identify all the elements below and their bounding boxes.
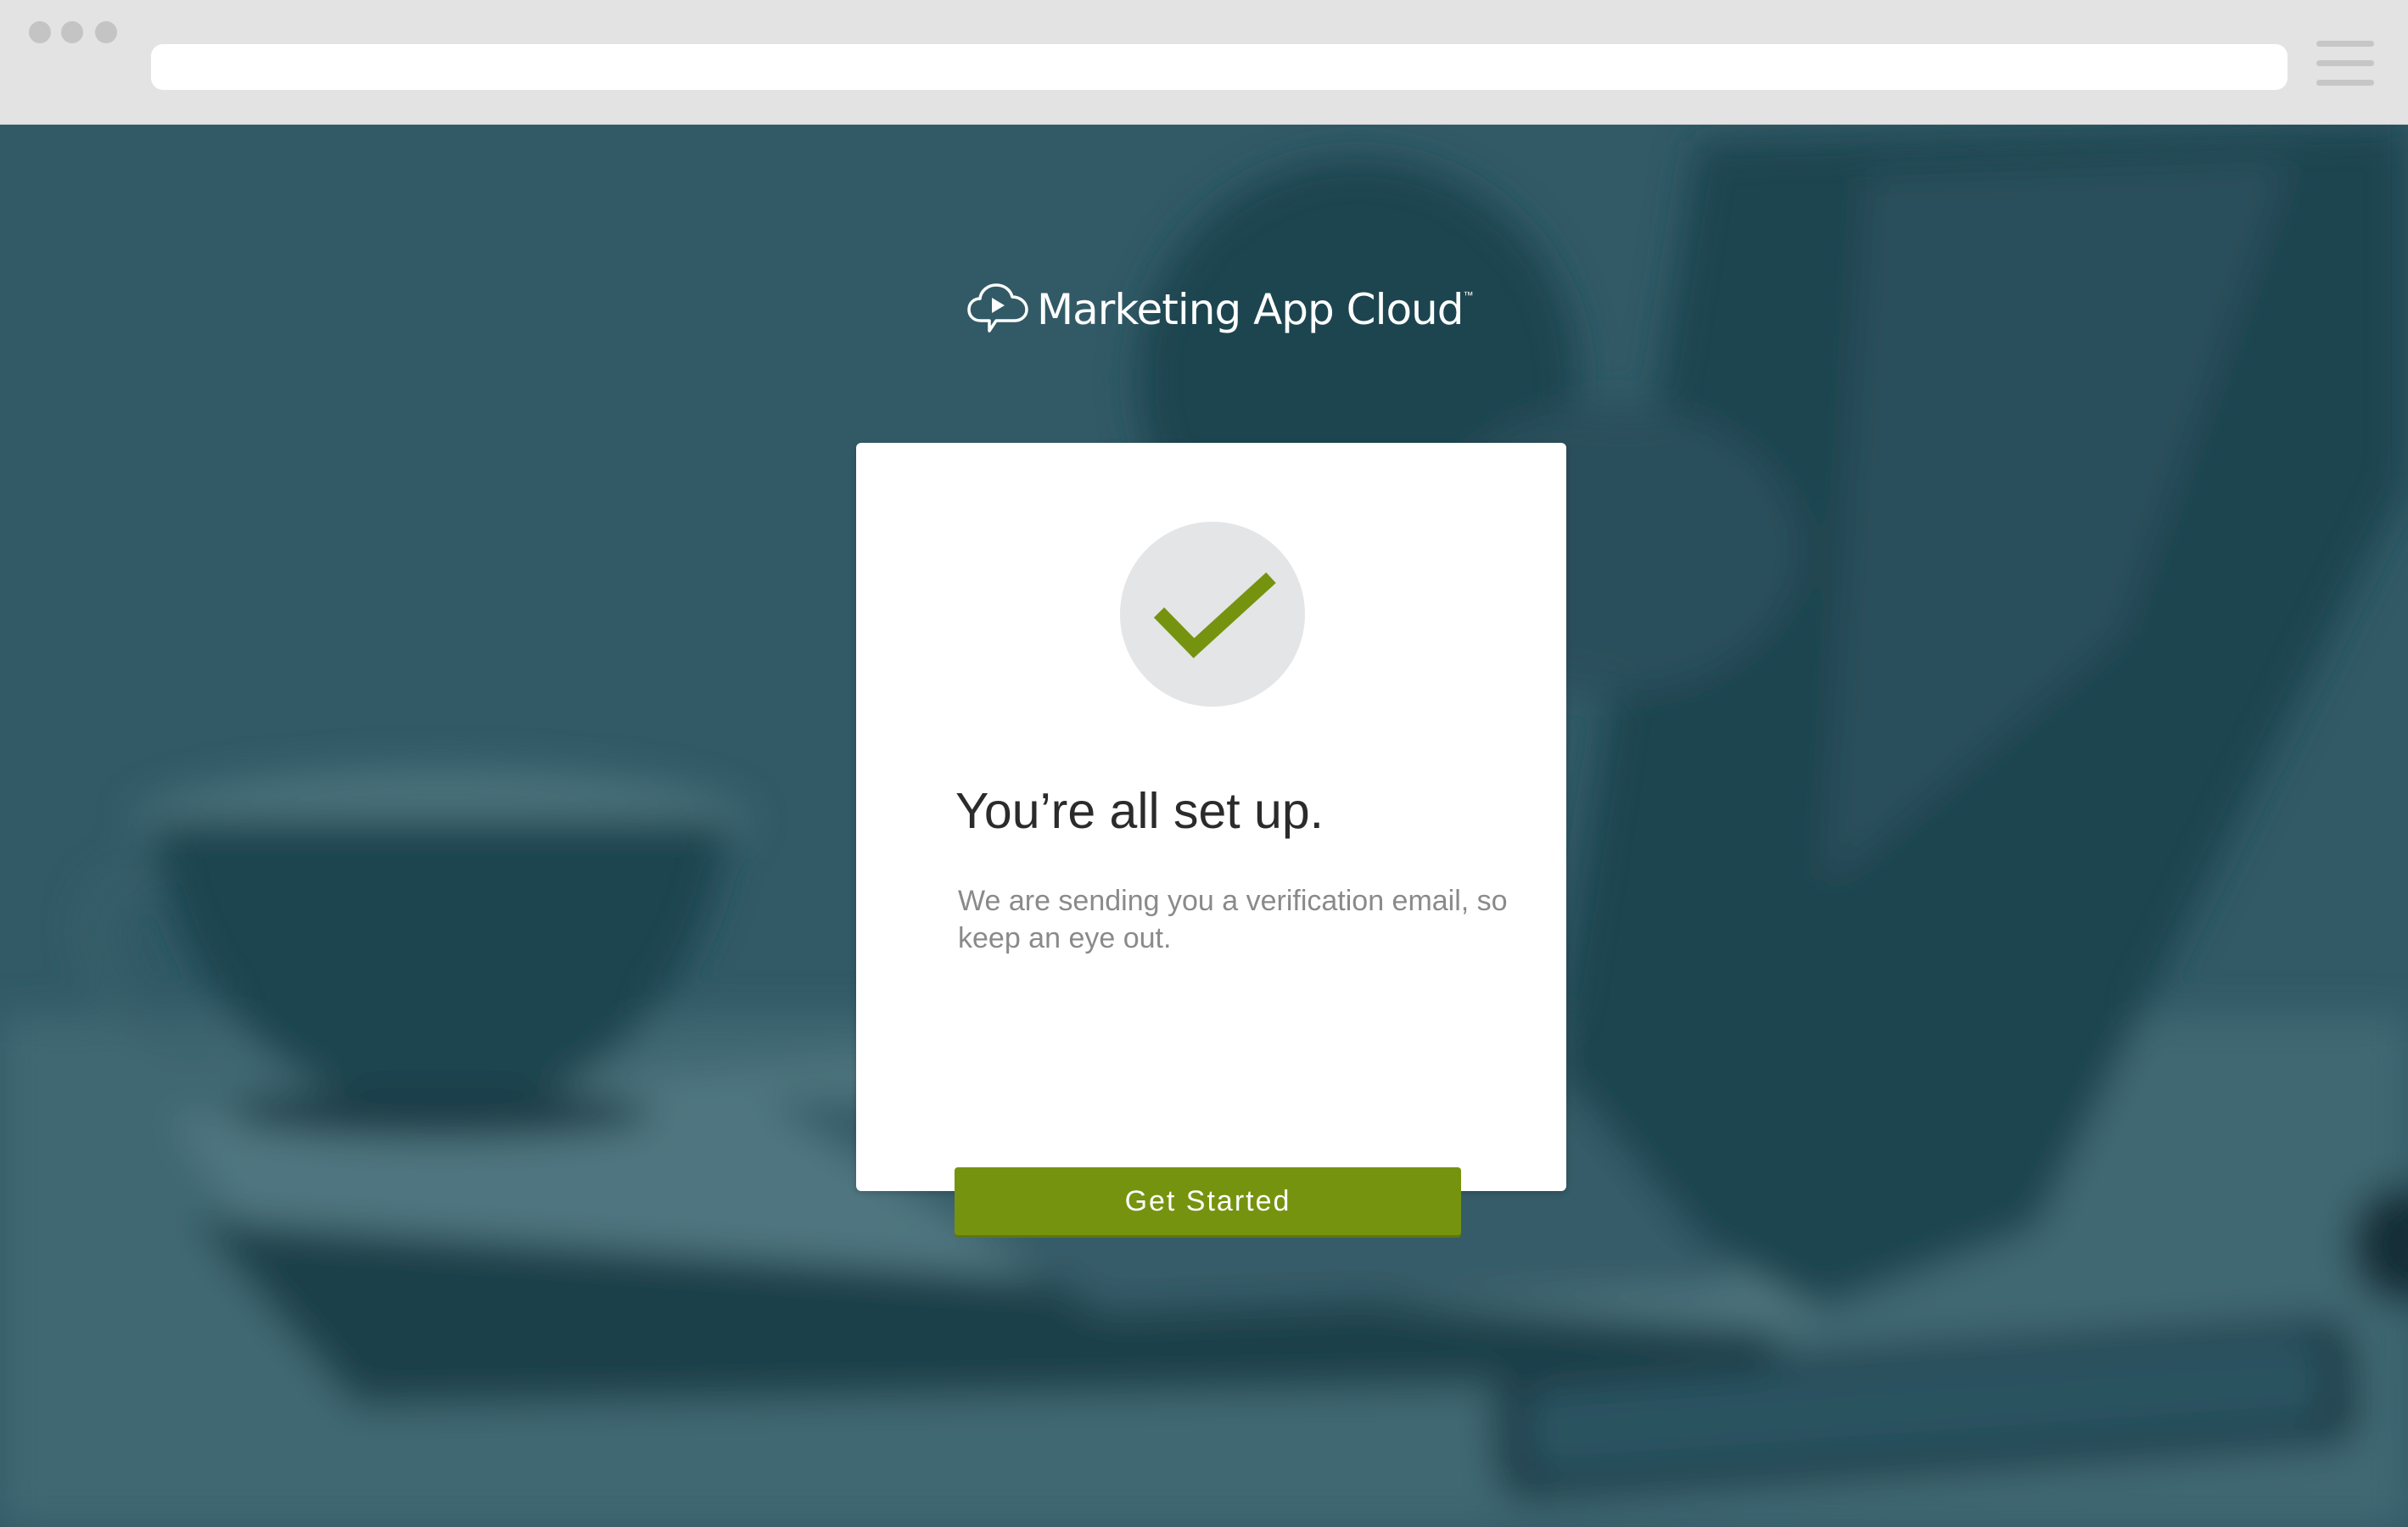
success-badge: [1120, 522, 1305, 707]
browser-window: Marketing App Cloud ™ You’re all set up.…: [0, 0, 2408, 1527]
brand-name: Marketing App Cloud: [1037, 285, 1464, 334]
address-bar[interactable]: [151, 44, 2288, 90]
window-minimize-dot[interactable]: [61, 21, 83, 43]
confirmation-card: You’re all set up. We are sending you a …: [856, 443, 1566, 1235]
window-close-dot[interactable]: [29, 21, 51, 43]
window-maximize-dot[interactable]: [95, 21, 117, 43]
page-viewport: Marketing App Cloud ™ You’re all set up.…: [0, 125, 2408, 1527]
checkmark-icon: [1153, 572, 1276, 658]
hamburger-menu-icon[interactable]: [2316, 41, 2374, 88]
confirmation-message: We are sending you a verification email,…: [958, 885, 1508, 954]
get-started-button[interactable]: Get Started: [955, 1167, 1461, 1235]
confirmation-headline: You’re all set up.: [955, 783, 1324, 839]
cloud-play-icon: [967, 283, 1028, 333]
brand-logo[interactable]: Marketing App Cloud ™: [967, 276, 1473, 344]
browser-toolbar: [0, 0, 2408, 125]
trademark-mark: ™: [1463, 289, 1474, 301]
